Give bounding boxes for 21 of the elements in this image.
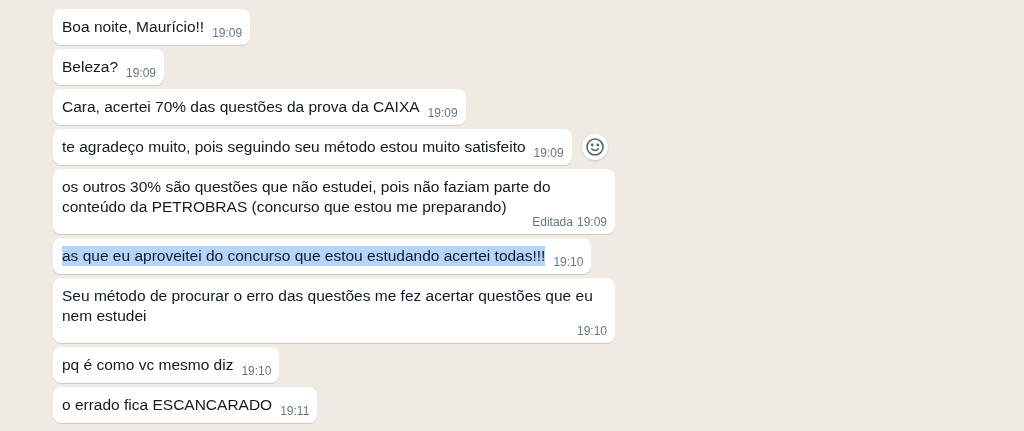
message-time: 19:11 [280, 404, 310, 418]
smiley-icon [584, 137, 605, 157]
message-time: 19:10 [576, 324, 607, 338]
message-text: te agradeço muito, pois seguindo seu método estou muito satisfeito [62, 137, 526, 157]
message-text: Cara, acertei 70% das questões da prova da CAIXA [62, 97, 420, 117]
message-time: 19:10 [241, 364, 272, 378]
message-text: Seu método de procurar o erro das questões me fez acertar questões que eu nem estudei [62, 286, 594, 326]
message-text: Beleza? [62, 57, 118, 77]
message-text: o errado fica ESCANCARADO [62, 395, 273, 415]
message-time: 19:09 [576, 215, 607, 229]
message-text: os outros 30% são questões que não estudei, pois não faziam parte do conteúdo da PETROBRAS (concurso que estou me preparando) [62, 177, 552, 217]
edited-label: Editada [532, 215, 573, 229]
message-time: 19:09 [533, 146, 564, 160]
message-text: as que eu aproveitei do concurso que estou estudando acertei todas!!! [62, 246, 546, 266]
message-time: 19:09 [126, 66, 157, 80]
message-text: Boa noite, Maurício!! [62, 17, 205, 37]
message-time: 19:10 [553, 255, 584, 269]
message-time: 19:09 [212, 26, 243, 40]
message-time: 19:09 [427, 106, 458, 120]
message-text: pq é como vc mesmo diz [62, 355, 234, 375]
emoji-reaction-button[interactable] [581, 134, 608, 160]
